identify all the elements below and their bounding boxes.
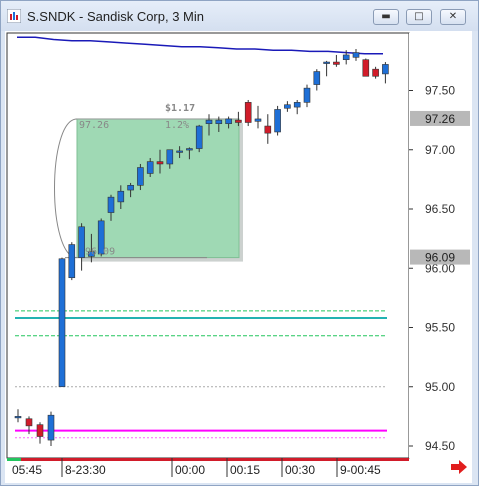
time-tick-label: 05:45 (12, 463, 42, 477)
time-axis-strip-green (7, 458, 21, 461)
time-tick-label: 9-00:45 (340, 463, 381, 477)
maximize-button[interactable]: □ (406, 9, 432, 25)
scroll-right-arrow-icon[interactable] (451, 460, 467, 474)
chart-window: S.SNDK - Sandisk Corp, 3 Min ▬ □ ✕ $1.17… (0, 0, 479, 486)
candle-4 (58, 257, 66, 388)
candle-body (107, 196, 115, 213)
minimize-button[interactable]: ▬ (373, 9, 399, 25)
box-top-label: 97.26 (79, 120, 109, 131)
candle-body (254, 118, 262, 122)
candle-body (362, 59, 370, 77)
candle-35 (362, 58, 370, 77)
title-bar[interactable]: S.SNDK - Sandisk Corp, 3 Min ▬ □ ✕ (1, 1, 478, 31)
price-label-text: 96.09 (425, 251, 455, 265)
candle-body (47, 414, 55, 441)
candle-body (264, 125, 272, 134)
chart-app-icon (7, 9, 21, 23)
candle-body (127, 185, 134, 191)
candle-body (323, 61, 330, 64)
candle-body (244, 102, 252, 123)
candle-5 (68, 242, 76, 281)
candle-26 (274, 105, 281, 136)
candle-body (176, 150, 183, 153)
candle-body (137, 167, 144, 186)
candle-body (205, 119, 213, 124)
candle-body (68, 244, 76, 279)
candle-body (225, 118, 232, 124)
candle-body (78, 226, 85, 258)
window-title: S.SNDK - Sandisk Corp, 3 Min (27, 9, 205, 24)
time-tick-label: 00:00 (175, 463, 205, 477)
box-pct-label: 1.2% (165, 120, 189, 131)
price-tick-label: 97.00 (425, 143, 455, 157)
candle-body (166, 149, 174, 165)
close-icon: ✕ (448, 11, 458, 22)
candle-body (303, 87, 311, 103)
candle-18 (195, 124, 203, 153)
candle-body (284, 104, 291, 109)
candle-body (58, 258, 66, 388)
candle-23 (244, 99, 252, 127)
candle-body (117, 190, 125, 203)
candlestick-chart[interactable]: $1.1797.26 1.2%96.09 97.5097.0096.5096.00… (5, 31, 472, 483)
price-tick-label: 97.50 (425, 84, 455, 98)
candle-body (215, 119, 223, 124)
candle-body (274, 109, 281, 133)
close-button[interactable]: ✕ (440, 9, 466, 25)
candle-body (382, 64, 389, 75)
time-tick-label: 00:30 (285, 463, 315, 477)
candle-body (25, 418, 33, 427)
gain-label: $1.17 (165, 103, 195, 114)
time-tick-label: 00:15 (230, 463, 260, 477)
candle-body (352, 52, 360, 58)
minimize-icon: ▬ (381, 11, 391, 22)
box-bottom-label: 96.09 (85, 247, 115, 258)
chart-area[interactable]: $1.17 97.26 1.2% 96.09 97.50 97.00 96.50 96.00… (5, 31, 472, 483)
candle-body (186, 148, 193, 151)
price-tick-label: 96.50 (425, 202, 455, 216)
candle-body (342, 54, 350, 60)
candle-body (14, 416, 22, 419)
price-tick-label: 95.00 (425, 380, 455, 394)
price-tick-label: 95.50 (425, 321, 455, 335)
candle-body (36, 424, 44, 437)
maximize-icon: □ (414, 11, 424, 22)
price-label-text: 97.26 (425, 112, 455, 126)
price-tick-label: 94.50 (425, 439, 455, 453)
candle-body (195, 125, 203, 149)
time-tick-label: 8-23:30 (65, 463, 106, 477)
candle-body (372, 68, 379, 77)
candle-body (235, 119, 242, 123)
candle-body (313, 71, 321, 85)
candle-body (146, 161, 154, 174)
candle-body (333, 61, 340, 65)
candle-body (156, 161, 164, 165)
candle-body (293, 102, 301, 108)
time-axis-strip (7, 458, 409, 461)
